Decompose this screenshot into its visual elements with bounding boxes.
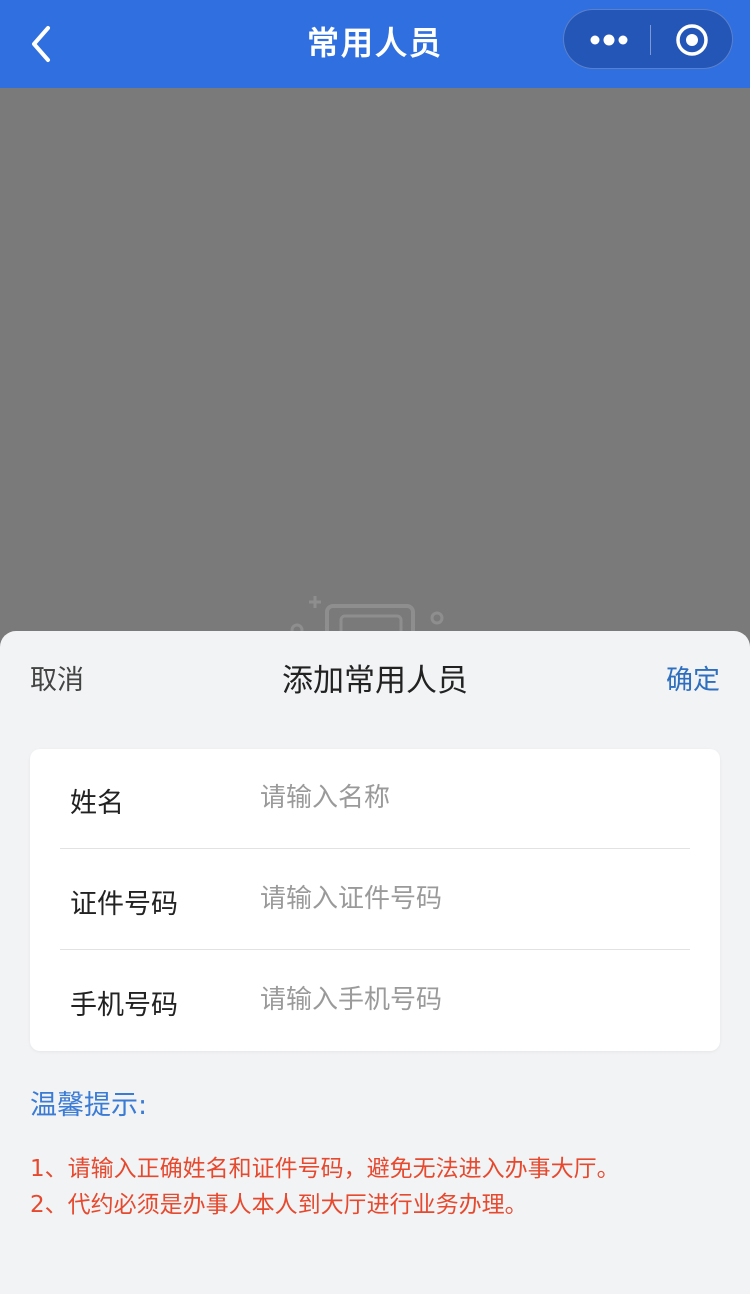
- more-dots-icon[interactable]: [589, 31, 629, 49]
- tips-title: 温馨提示:: [30, 1090, 148, 1121]
- form-row-phone: 手机号码: [60, 951, 690, 1051]
- phone-input[interactable]: [260, 977, 680, 1023]
- capsule-divider: [650, 25, 651, 55]
- name-label: 姓名: [70, 788, 124, 819]
- confirm-button[interactable]: 确定: [666, 658, 720, 697]
- id-number-label: 证件号码: [70, 889, 178, 920]
- add-person-sheet: 取消 添加常用人员 确定 姓名 证件号码 手机号码 温馨提示: 1、请输入正确姓…: [0, 631, 750, 1294]
- mini-program-capsule: [563, 9, 733, 69]
- form-row-name: 姓名: [60, 749, 690, 849]
- nav-header: 常用人员: [0, 0, 750, 88]
- tip-item: 1、请输入正确姓名和证件号码，避免无法进入办事大厅。: [30, 1156, 620, 1182]
- form-row-id-number: 证件号码: [60, 850, 690, 950]
- sheet-title: 添加常用人员: [282, 663, 468, 699]
- id-number-input[interactable]: [260, 876, 680, 922]
- target-icon[interactable]: [675, 23, 709, 57]
- person-form: 姓名 证件号码 手机号码: [30, 749, 720, 1051]
- phone-label: 手机号码: [70, 990, 178, 1021]
- sheet-header: 取消 添加常用人员 确定: [0, 631, 750, 719]
- name-input[interactable]: [260, 775, 680, 821]
- row-divider: [60, 949, 690, 950]
- tip-item: 2、代约必须是办事人本人到大厅进行业务办理。: [30, 1192, 528, 1218]
- row-divider: [60, 848, 690, 849]
- empty-state-illustration: [290, 596, 444, 632]
